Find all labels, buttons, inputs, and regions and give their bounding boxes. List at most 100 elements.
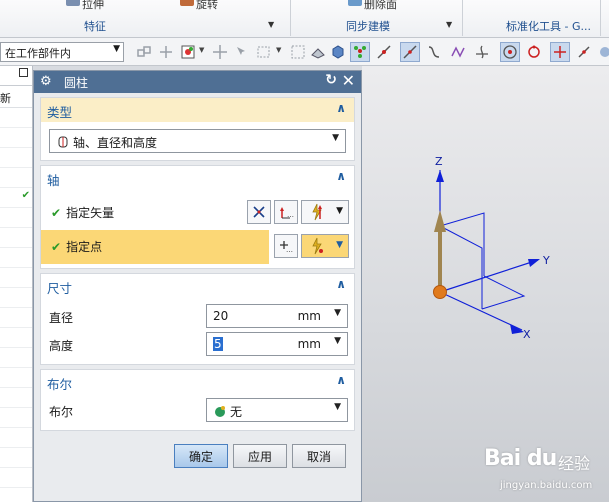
y-axis-line [439,259,539,293]
section-dimensions: 尺寸 ∧ 直径 20 mm ▼ 高度 5 mm ▼ [40,273,355,365]
list-item[interactable] [0,488,32,502]
chevron-up-icon[interactable]: ∧ [336,169,346,183]
chevron-down-icon[interactable]: ▼ [334,308,341,318]
snap-point-on-curve-icon[interactable] [574,42,594,62]
reset-icon[interactable]: ↻ [325,72,337,88]
height-input[interactable]: 5 mm ▼ [206,332,348,356]
vector-dialog-button[interactable]: … [274,200,298,224]
chevron-down-icon: ▼ [336,206,343,216]
snap-endpoint-icon[interactable] [350,42,370,62]
section-dimensions-header[interactable]: 尺寸 ∧ [41,274,354,298]
checkmark-icon: ✔ [51,240,62,254]
list-item[interactable] [0,408,32,428]
point-dialog-button[interactable]: … [274,234,298,258]
z-axis-arrowhead [436,170,444,182]
list-item[interactable] [0,328,32,348]
extrude-icon [66,0,80,6]
section-axis: 轴 ∧ ✔ 指定矢量 … ▼ ✔ 指定点 … ▼ [40,165,355,269]
maximize-icon[interactable] [19,68,28,77]
point-type-split-button[interactable]: ▼ [301,234,349,258]
snap-existing-point-icon[interactable] [550,42,570,62]
snap-line-icon[interactable] [400,42,420,62]
list-item[interactable] [0,128,32,148]
chevron-up-icon[interactable]: ∧ [336,101,346,115]
list-item[interactable] [0,348,32,368]
list-item[interactable] [0,208,32,228]
list-item[interactable] [0,168,32,188]
rectangle-select-icon[interactable] [254,42,274,62]
chevron-down-icon: ▼ [336,240,343,250]
chevron-up-icon[interactable]: ∧ [336,373,346,387]
chevron-up-icon[interactable]: ∧ [336,277,346,291]
snap-point-on-face-icon[interactable] [594,42,609,62]
section-boolean-header[interactable]: 布尔 ∧ [41,370,354,394]
height-label: 高度 [49,339,74,353]
yz-plane-hint [439,212,485,276]
list-item[interactable] [0,288,32,308]
selection-toolbar: 在工作部件内 ▼ ▼ ▼ [0,38,609,66]
navigator-column-header: 新 [0,86,32,108]
vector-dialog-icon: … [280,207,294,219]
diameter-input[interactable]: 20 mm ▼ [206,304,348,328]
list-item[interactable] [0,268,32,288]
chevron-down-icon[interactable]: ▼ [199,46,204,54]
select-branch-icon[interactable] [156,42,176,62]
section-axis-header[interactable]: 轴 ∧ [41,166,354,190]
selection-scope-select[interactable]: 在工作部件内 ▼ [0,42,124,62]
vector-type-split-button[interactable]: ▼ [301,200,349,224]
list-item[interactable] [0,228,32,248]
list-item[interactable] [0,148,32,168]
chevron-down-icon[interactable]: ▼ [276,46,281,54]
sketch-icon[interactable] [308,42,328,62]
x-axis-arrowhead [510,324,524,334]
general-select-icon[interactable] [134,42,154,62]
list-item[interactable] [0,428,32,448]
chevron-down-icon[interactable]: ▼ [334,336,341,346]
inferred-vector-icon [312,203,322,221]
solid-body-icon[interactable] [328,42,348,62]
ribbon-group-feature: 特征 [84,20,106,33]
ribbon-separator [600,0,601,36]
ribbon-group-standard-tools: 标准化工具 - G... [506,20,591,33]
list-item[interactable] [0,388,32,408]
snap-vertex-icon[interactable] [448,42,468,62]
x-axis-line [439,291,523,331]
ribbon-item-extrude[interactable]: 拉伸 [66,0,104,12]
list-item[interactable]: ✔ [0,188,32,208]
cancel-button[interactable]: 取消 [292,444,346,468]
snap-point-icon[interactable] [178,42,198,62]
origin-point[interactable] [433,285,447,299]
type-select[interactable]: 轴、直径和高度 ▼ [49,129,346,153]
snap-center-icon[interactable] [500,42,520,62]
snap-quadrant-icon[interactable] [524,42,544,62]
ribbon-group-feature-more[interactable]: ▼ [268,20,274,29]
xz-plane-hint [439,225,483,309]
ribbon-item-revolve[interactable]: 旋转 [180,0,218,12]
ribbon-item-delete-face[interactable]: 删除面 [348,0,397,12]
point-dialog-icon: … [280,241,293,254]
ok-button[interactable]: 确定 [174,444,228,468]
reverse-direction-icon [253,206,265,218]
ribbon-group-sync-more[interactable]: ▼ [446,20,452,29]
snap-midpoint-icon[interactable] [374,42,394,62]
list-item[interactable] [0,108,32,128]
list-item[interactable] [0,368,32,388]
deselect-icon[interactable] [288,42,308,62]
revolve-icon [180,0,194,6]
list-item[interactable] [0,468,32,488]
list-item[interactable] [0,248,32,268]
close-icon[interactable]: ✕ [342,71,355,90]
list-item[interactable] [0,308,32,328]
snap-intersection-icon[interactable] [472,42,492,62]
select-region-icon[interactable] [232,42,252,62]
apply-button[interactable]: 应用 [233,444,287,468]
section-type-header[interactable]: 类型 ∧ [41,98,354,122]
snap-curve-icon[interactable] [424,42,444,62]
gear-icon[interactable]: ⚙ [40,74,52,89]
boolean-select[interactable]: 无 ▼ [206,398,348,422]
list-item[interactable] [0,448,32,468]
ribbon-separator [462,0,463,36]
reverse-direction-button[interactable] [247,200,271,224]
specify-point-label: ✔ 指定点 [51,240,103,254]
move-cursor-icon[interactable] [210,42,230,62]
